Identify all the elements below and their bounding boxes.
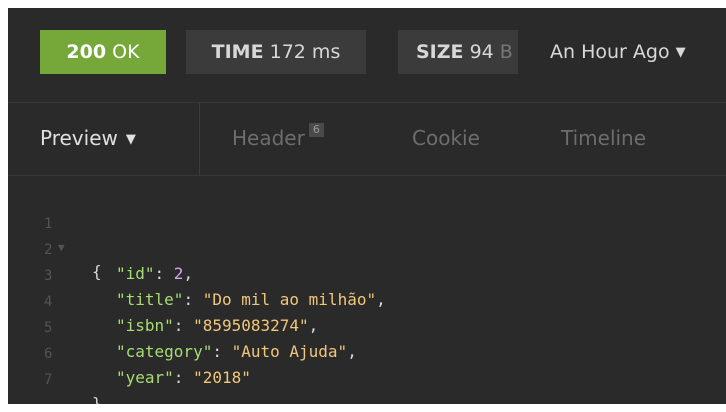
tab-cookie-label: Cookie [412, 126, 480, 150]
response-tabs: Preview ▼ Header 6 Cookie Timeline [8, 102, 726, 176]
size-badge: SIZE 94 B [398, 30, 518, 74]
caret-down-icon: ▼ [675, 45, 686, 60]
response-history-dropdown[interactable]: An Hour Ago ▼ [550, 30, 686, 74]
response-pane: 200 OK TIME 172 ms SIZE 94 B An Hour Ago… [8, 8, 726, 404]
response-status-bar: 200 OK TIME 172 ms SIZE 94 B An Hour Ago… [8, 8, 726, 102]
caret-down-icon: ▼ [125, 132, 136, 147]
code-line: 1 ▼ { [8, 188, 726, 281]
time-value: 172 ms [269, 41, 341, 63]
size-unit: B [499, 41, 513, 63]
json-preview[interactable]: 1 ▼ { 2 "id": 2, 3 "title": "Do mil ao m… [8, 176, 726, 404]
status-text: OK [112, 41, 140, 63]
status-code: 200 [66, 41, 107, 63]
tab-timeline-label: Timeline [561, 126, 647, 150]
size-label: SIZE [416, 41, 464, 63]
code-line: 5 "category": "Auto Ajuda", [8, 292, 726, 361]
tab-cookie[interactable]: Cookie [412, 103, 480, 176]
history-label: An Hour Ago [550, 41, 670, 63]
tab-timeline[interactable]: Timeline [561, 103, 646, 176]
size-value: 94 [469, 41, 494, 63]
time-label: TIME [211, 41, 264, 63]
status-badge: 200 OK [40, 30, 166, 74]
close-brace: } [92, 394, 102, 404]
code-line: 2 "id": 2, [8, 214, 726, 283]
code-line: 7 } [8, 344, 726, 404]
code-line: 3 "title": "Do mil ao milhão", [8, 240, 726, 309]
json-key: "year" [116, 368, 174, 387]
header-count-badge: 6 [308, 123, 324, 137]
code-line: 4 "isbn": "8595083274", [8, 266, 726, 335]
tab-header-label: Header [232, 126, 305, 150]
time-badge: TIME 172 ms [186, 30, 366, 74]
tab-header[interactable]: Header 6 [232, 103, 324, 176]
code-line: 6 "year": "2018" [8, 318, 726, 387]
tab-preview-label: Preview [40, 126, 118, 150]
tab-preview[interactable]: Preview ▼ [8, 103, 200, 176]
line-number: 7 [44, 372, 53, 388]
json-value: "2018" [193, 368, 251, 387]
